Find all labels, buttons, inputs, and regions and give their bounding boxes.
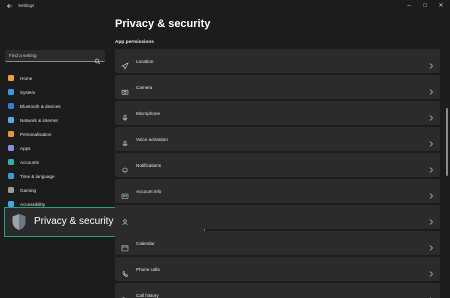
- voice-activation-icon: [121, 135, 129, 146]
- page-title: Privacy & security: [115, 18, 211, 30]
- shield-icon: [11, 213, 27, 231]
- search-input[interactable]: Find a setting: [5, 50, 105, 65]
- chevron-right-icon: [428, 135, 434, 147]
- search-icon[interactable]: [94, 52, 101, 65]
- permission-label: Notifications: [136, 162, 162, 168]
- system-icon: [8, 89, 14, 95]
- permission-row-voice-activation[interactable]: Voice activation: [115, 127, 440, 151]
- sidebar-item-label: Gaming: [20, 187, 37, 193]
- sidebar-item-label: Apps: [20, 145, 31, 151]
- sidebar-item-apps[interactable]: Apps: [5, 141, 109, 155]
- chevron-right-icon: [428, 187, 434, 199]
- chevron-right-icon: [428, 265, 434, 277]
- settings-window: Settings – □ ✕ Find a setting Home System…: [0, 0, 450, 298]
- permission-label: Calendar: [136, 240, 155, 246]
- sidebar-item-label: Time & language: [20, 173, 55, 179]
- calendar-icon: [121, 239, 129, 252]
- permission-label: Voice activation: [136, 136, 168, 142]
- camera-icon: [121, 83, 129, 95]
- permission-label: Account info: [136, 188, 162, 194]
- permission-row-microphone[interactable]: Microphone: [115, 101, 440, 125]
- sidebar-item-label: Personalisation: [20, 131, 52, 137]
- accounts-icon: [8, 159, 14, 165]
- permission-row-camera[interactable]: Camera: [115, 75, 440, 99]
- scrollbar[interactable]: [446, 108, 448, 176]
- permission-row-location[interactable]: Location: [115, 49, 440, 73]
- microphone-icon: [121, 109, 129, 121]
- permission-row-contacts[interactable]: [115, 205, 440, 229]
- permission-label: Phone calls: [136, 266, 160, 272]
- permission-label: Call history: [136, 292, 159, 298]
- sidebar-item-label: Privacy & security: [34, 216, 114, 227]
- maximize-button[interactable]: □: [418, 1, 432, 11]
- permission-label: Microphone: [136, 110, 161, 116]
- sidebar-item-personalisation[interactable]: Personalisation: [5, 127, 109, 141]
- call-history-icon: [121, 291, 129, 298]
- sidebar-item-bluetooth-devices[interactable]: Bluetooth & devices: [5, 99, 109, 113]
- title-bar: Settings – □ ✕: [0, 0, 450, 12]
- network-icon: [8, 117, 14, 123]
- notifications-icon: [121, 161, 129, 173]
- chevron-right-icon: [428, 109, 434, 121]
- permission-label: Location: [136, 58, 154, 64]
- sidebar-item-accounts[interactable]: Accounts: [5, 155, 109, 169]
- section-title: App permissions: [115, 40, 154, 45]
- sidebar-item-label: Accessibility: [20, 201, 46, 207]
- time-language-icon: [8, 173, 14, 179]
- permission-label: Camera: [136, 84, 153, 90]
- contacts-icon: [121, 213, 129, 226]
- sidebar-item-label: System: [20, 89, 36, 95]
- permission-row-phone-calls[interactable]: Phone calls: [115, 257, 440, 281]
- permission-row-account-info[interactable]: Account info: [115, 179, 440, 203]
- sidebar-item-home[interactable]: Home: [5, 71, 109, 85]
- permission-row-notifications[interactable]: Notifications: [115, 153, 440, 177]
- main-content: Privacy & security App permissions Locat…: [115, 12, 450, 298]
- gaming-icon: [8, 187, 14, 193]
- apps-icon: [8, 145, 14, 151]
- chevron-right-icon: [428, 213, 434, 225]
- sidebar-nav: Home System Bluetooth & devices Network & i…: [5, 71, 109, 211]
- close-button[interactable]: ✕: [434, 1, 448, 11]
- sidebar-item-network-internet[interactable]: Network & internet: [5, 113, 109, 127]
- permission-row-call-history[interactable]: Call history: [115, 283, 440, 298]
- sidebar-item-label: Network & internet: [20, 117, 58, 123]
- chevron-right-icon: [428, 291, 434, 298]
- sidebar-item-label: Bluetooth & devices: [20, 103, 61, 109]
- sidebar-item-system[interactable]: System: [5, 85, 109, 99]
- sidebar: Find a setting Home System Bluetooth & dev…: [0, 12, 112, 298]
- chevron-right-icon: [428, 161, 434, 173]
- search-placeholder: Find a setting: [9, 53, 37, 58]
- app-title: Settings: [18, 3, 35, 8]
- back-arrow-icon[interactable]: [6, 2, 14, 10]
- minimize-button[interactable]: –: [402, 1, 416, 11]
- sidebar-item-label: Home: [20, 75, 33, 81]
- account-info-icon: [121, 187, 129, 199]
- brush-icon: [8, 131, 14, 137]
- chevron-right-icon: [428, 239, 434, 251]
- chevron-right-icon: [428, 57, 434, 69]
- home-icon: [8, 75, 14, 81]
- permission-row-calendar[interactable]: Calendar: [115, 231, 440, 255]
- sidebar-item-gaming[interactable]: Gaming: [5, 183, 109, 197]
- chevron-right-icon: [428, 83, 434, 95]
- sidebar-item-time-language[interactable]: Time & language: [5, 169, 109, 183]
- bluetooth-icon: [8, 103, 14, 109]
- location-icon: [121, 57, 129, 70]
- phone-calls-icon: [121, 265, 129, 277]
- sidebar-item-label: Accounts: [20, 159, 39, 165]
